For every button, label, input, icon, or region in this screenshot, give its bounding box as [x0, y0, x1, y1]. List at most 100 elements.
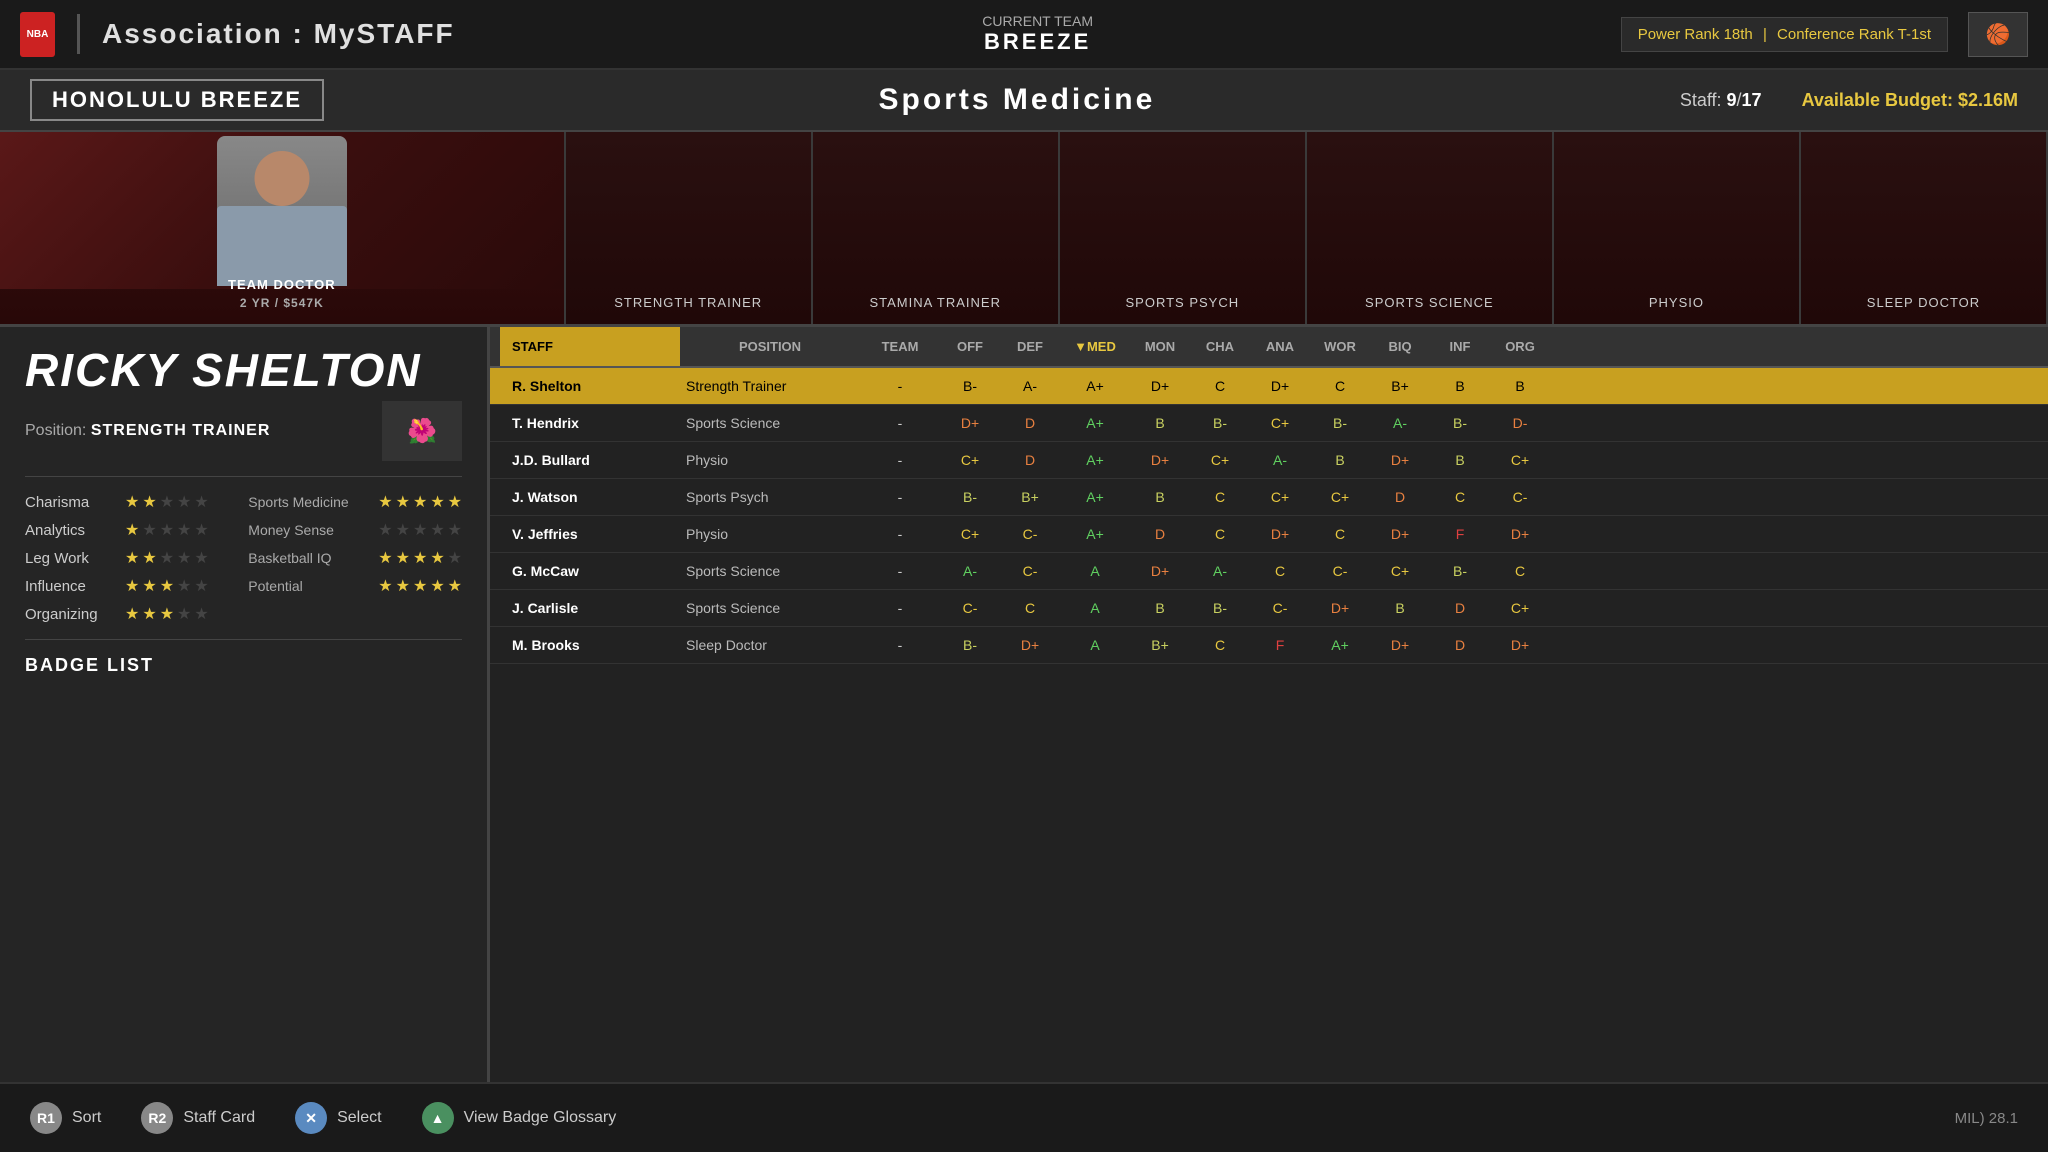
organizing-stars: ★★★★★ — [125, 604, 209, 624]
staff-card-sports-science[interactable]: SPORTS SCIENCE — [1307, 132, 1554, 324]
select-button-icon: ✕ — [295, 1102, 327, 1134]
staff-card-button-label: Staff Card — [183, 1109, 255, 1127]
current-team-name: BREEZE — [984, 29, 1091, 55]
td-med-jeffries: A+ — [1060, 516, 1130, 552]
td-name-carlisle: J. Carlisle — [500, 590, 680, 626]
td-name-bullard: J.D. Bullard — [500, 442, 680, 478]
td-ana-watson: C+ — [1250, 479, 1310, 515]
td-team-shelton: - — [860, 368, 940, 404]
staff-max: 17 — [1742, 90, 1762, 110]
td-off-hendrix: D+ — [940, 405, 1000, 441]
td-pos-mccaw: Sports Science — [680, 553, 860, 589]
top-nav: NBA Association : MySTAFF Current Team B… — [0, 0, 2048, 70]
td-ana-mccaw: C — [1250, 553, 1310, 589]
content-area: RICKY SHELTON Position: STRENGTH TRAINER… — [0, 327, 2048, 1082]
stat-row-charisma: Charisma ★★★★★ Sports Medicine ★★★★★ — [25, 492, 462, 512]
td-pos-carlisle: Sports Science — [680, 590, 860, 626]
left-panel: RICKY SHELTON Position: STRENGTH TRAINER… — [0, 327, 490, 1082]
td-wor-bullard: B — [1310, 442, 1370, 478]
td-name-shelton: R. Shelton — [500, 368, 680, 404]
table-row[interactable]: G. McCaw Sports Science - A- C- A D+ A- … — [490, 553, 2048, 590]
badge-glossary-action[interactable]: ▲ View Badge Glossary — [422, 1102, 617, 1134]
td-biq-watson: D — [1370, 479, 1430, 515]
td-off-watson: B- — [940, 479, 1000, 515]
nav-center: Current Team BREEZE — [455, 13, 1621, 55]
staff-card-team-doctor[interactable]: TEAM DOCTOR2 Yr / $547K — [0, 132, 566, 324]
td-mon-brooks: B+ — [1130, 627, 1190, 663]
staff-card-portrait — [0, 132, 564, 289]
th-def: DEF — [1000, 327, 1060, 366]
td-name-brooks: M. Brooks — [500, 627, 680, 663]
team-logo-icon: 🏀 — [1968, 12, 2028, 57]
td-biq-jeffries: D+ — [1370, 516, 1430, 552]
td-cha-jeffries: C — [1190, 516, 1250, 552]
td-ana-jeffries: D+ — [1250, 516, 1310, 552]
td-team-bullard: - — [860, 442, 940, 478]
nav-title: Association : MySTAFF — [102, 18, 455, 50]
analytics-label: Analytics — [25, 522, 115, 539]
influence-stars: ★★★★★ — [125, 576, 209, 596]
td-biq-shelton: B+ — [1370, 368, 1430, 404]
td-mon-hendrix: B — [1130, 405, 1190, 441]
td-team-watson: - — [860, 479, 940, 515]
stat-row-legwork: Leg Work ★★★★★ Basketball IQ ★★★★★ — [25, 548, 462, 568]
td-cha-shelton: C — [1190, 368, 1250, 404]
td-ana-brooks: F — [1250, 627, 1310, 663]
staff-card-sports-psych[interactable]: SPORTS PSYCH — [1060, 132, 1307, 324]
td-off-shelton: B- — [940, 368, 1000, 404]
td-cha-watson: C — [1190, 479, 1250, 515]
td-team-hendrix: - — [860, 405, 940, 441]
table-row[interactable]: V. Jeffries Physio - C+ C- A+ D C D+ C D… — [490, 516, 2048, 553]
th-team: TEAM — [860, 327, 940, 366]
td-pos-bullard: Physio — [680, 442, 860, 478]
td-inf-carlisle: D — [1430, 590, 1490, 626]
table-row[interactable]: J.D. Bullard Physio - C+ D A+ D+ C+ A- B… — [490, 442, 2048, 479]
td-cha-mccaw: A- — [1190, 553, 1250, 589]
table-row[interactable]: T. Hendrix Sports Science - D+ D A+ B B-… — [490, 405, 2048, 442]
th-biq: BIQ — [1370, 327, 1430, 366]
td-wor-carlisle: D+ — [1310, 590, 1370, 626]
td-wor-watson: C+ — [1310, 479, 1370, 515]
staff-card-physio[interactable]: PHYSIO — [1554, 132, 1801, 324]
td-org-watson: C- — [1490, 479, 1550, 515]
staff-card-strength-trainer[interactable]: STRENGTH TRAINER — [566, 132, 813, 324]
budget-label: Available Budget: — [1802, 90, 1953, 110]
sort-action[interactable]: R1 Sort — [30, 1102, 101, 1134]
table-row[interactable]: M. Brooks Sleep Doctor - B- D+ A B+ C F … — [490, 627, 2048, 664]
td-def-carlisle: C — [1000, 590, 1060, 626]
td-cha-brooks: C — [1190, 627, 1250, 663]
th-inf: INF — [1430, 327, 1490, 366]
td-inf-shelton: B — [1430, 368, 1490, 404]
select-action[interactable]: ✕ Select — [295, 1102, 381, 1134]
td-med-bullard: A+ — [1060, 442, 1130, 478]
stats-grid: Charisma ★★★★★ Sports Medicine ★★★★★ Ana… — [25, 492, 462, 624]
influence-label: Influence — [25, 578, 115, 595]
position-row: Position: STRENGTH TRAINER 🌺 — [25, 401, 462, 461]
table-row[interactable]: J. Carlisle Sports Science - C- C A B B-… — [490, 590, 2048, 627]
th-staff: STAFF — [500, 327, 680, 366]
td-pos-shelton: Strength Trainer — [680, 368, 860, 404]
td-def-watson: B+ — [1000, 479, 1060, 515]
td-org-mccaw: C — [1490, 553, 1550, 589]
divider-1 — [25, 476, 462, 477]
td-ana-carlisle: C- — [1250, 590, 1310, 626]
td-wor-shelton: C — [1310, 368, 1370, 404]
th-position: POSITION — [680, 327, 860, 366]
staff-card-label-sleep: SLEEP DOCTOR — [1867, 294, 1980, 312]
th-med: ▼MED — [1060, 327, 1130, 366]
td-def-bullard: D — [1000, 442, 1060, 478]
staff-card-sleep-doctor[interactable]: SLEEP DOCTOR — [1801, 132, 2048, 324]
td-inf-jeffries: F — [1430, 516, 1490, 552]
staff-card-action[interactable]: R2 Staff Card — [141, 1102, 255, 1134]
table-row[interactable]: R. Shelton Strength Trainer - B- A- A+ D… — [490, 368, 2048, 405]
badge-list-title: BADGE LIST — [25, 639, 462, 676]
staff-cards-row: TEAM DOCTOR2 Yr / $547K STRENGTH TRAINER… — [0, 132, 2048, 327]
table-row[interactable]: J. Watson Sports Psych - B- B+ A+ B C C+… — [490, 479, 2048, 516]
sports-medicine-label: Sports Medicine — [248, 494, 368, 510]
current-team-label: Current Team — [982, 13, 1093, 29]
td-ana-hendrix: C+ — [1250, 405, 1310, 441]
staff-card-stamina-trainer[interactable]: STAMINA TRAINER — [813, 132, 1060, 324]
td-med-shelton: A+ — [1060, 368, 1130, 404]
right-panel: STAFF POSITION TEAM OFF DEF ▼MED MON CHA… — [490, 327, 2048, 1082]
nav-title-assoc: Association : — [102, 18, 304, 49]
